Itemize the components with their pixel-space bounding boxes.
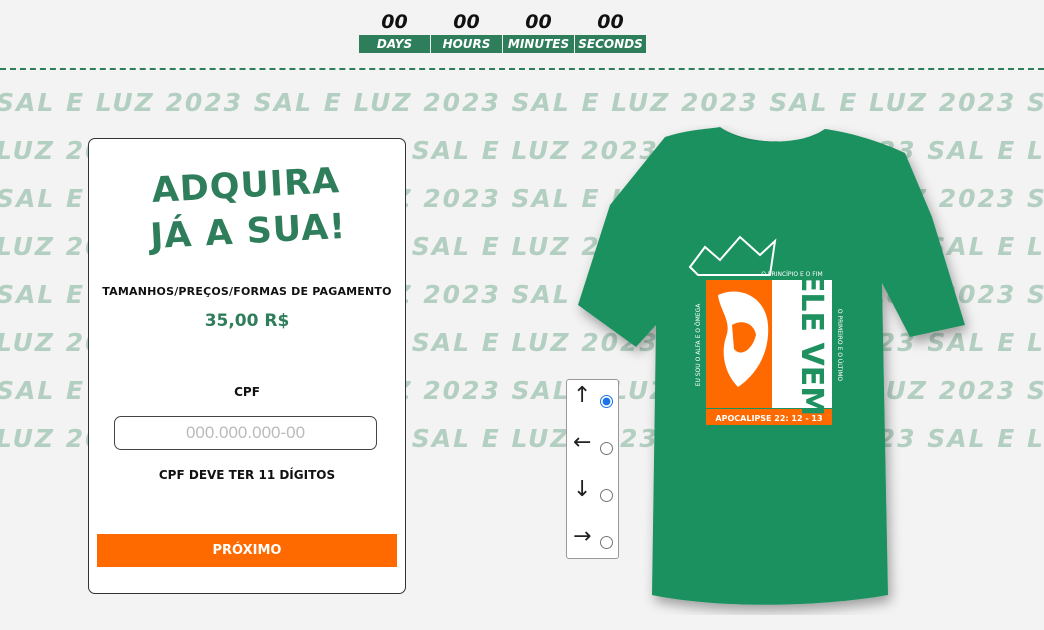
countdown-seconds: 00 SECONDS <box>575 10 646 53</box>
direction-option-down: ↓ <box>567 474 618 514</box>
countdown-days-value: 00 <box>381 11 408 33</box>
direction-radio-right[interactable] <box>600 536 613 549</box>
countdown-minutes-value: 00 <box>525 11 552 33</box>
arrow-right-icon: → <box>573 524 592 549</box>
countdown-seconds-label: SECONDS <box>575 35 646 53</box>
direction-radio-down[interactable] <box>600 489 613 502</box>
cpf-hint: CPF DEVE TER 11 DÍGITOS <box>158 468 336 482</box>
direction-option-right: → <box>567 521 618 561</box>
print-main-text: ELE VEM <box>794 272 829 416</box>
next-button[interactable]: PRÓXIMO <box>97 534 397 567</box>
tshirt-image: ELE VEM APOCALIPSE 22: 12 - 13 EU SOU O … <box>578 127 965 605</box>
print-right-text: O PRIMEIRO E O ÚLTIMO <box>836 309 843 382</box>
print-verse-text: APOCALIPSE 22: 12 - 13 <box>715 414 822 423</box>
direction-option-left: ← <box>567 427 618 467</box>
countdown-minutes-label: MINUTES <box>503 35 574 53</box>
countdown-days-label: DAYS <box>359 35 430 53</box>
arrow-left-icon: ← <box>573 430 592 455</box>
sizes-prices-link[interactable]: TAMANHOS/PREÇOS/FORMAS DE PAGAMENTO <box>89 285 405 298</box>
countdown-timer: 00 DAYS 00 HOURS 00 MINUTES 00 SECONDS <box>359 10 647 53</box>
direction-control: ↑ ← ↓ → <box>566 379 619 559</box>
direction-radio-left[interactable] <box>600 442 613 455</box>
cpf-input[interactable] <box>114 416 377 450</box>
arrow-up-icon: ↑ <box>573 383 592 408</box>
dashed-divider <box>0 68 1044 70</box>
countdown-seconds-value: 00 <box>597 11 624 33</box>
countdown-hours-label: HOURS <box>431 35 502 53</box>
price-label: 35,00 R$ <box>204 311 290 331</box>
pattern-row: SAL E LUZ 2023 SAL E LUZ 2023 SAL E LUZ … <box>0 88 1044 117</box>
purchase-form-card: ADQUIRA JÁ A SUA! TAMANHOS/PREÇOS/FORMAS… <box>88 138 406 594</box>
direction-option-up: ↑ <box>567 380 618 420</box>
countdown-hours: 00 HOURS <box>431 10 502 53</box>
cpf-label: CPF <box>234 385 260 399</box>
direction-radio-up[interactable] <box>600 395 613 408</box>
countdown-minutes: 00 MINUTES <box>503 10 574 53</box>
countdown-hours-value: 00 <box>453 11 480 33</box>
form-title: ADQUIRA JÁ A SUA! <box>87 155 407 263</box>
print-left-text: EU SOU O ALFA E O ÔMEGA <box>695 303 702 387</box>
arrow-down-icon: ↓ <box>573 477 592 502</box>
print-top-text: O PRINCÍPIO E O FIM <box>761 271 822 278</box>
countdown-days: 00 DAYS <box>359 10 430 53</box>
